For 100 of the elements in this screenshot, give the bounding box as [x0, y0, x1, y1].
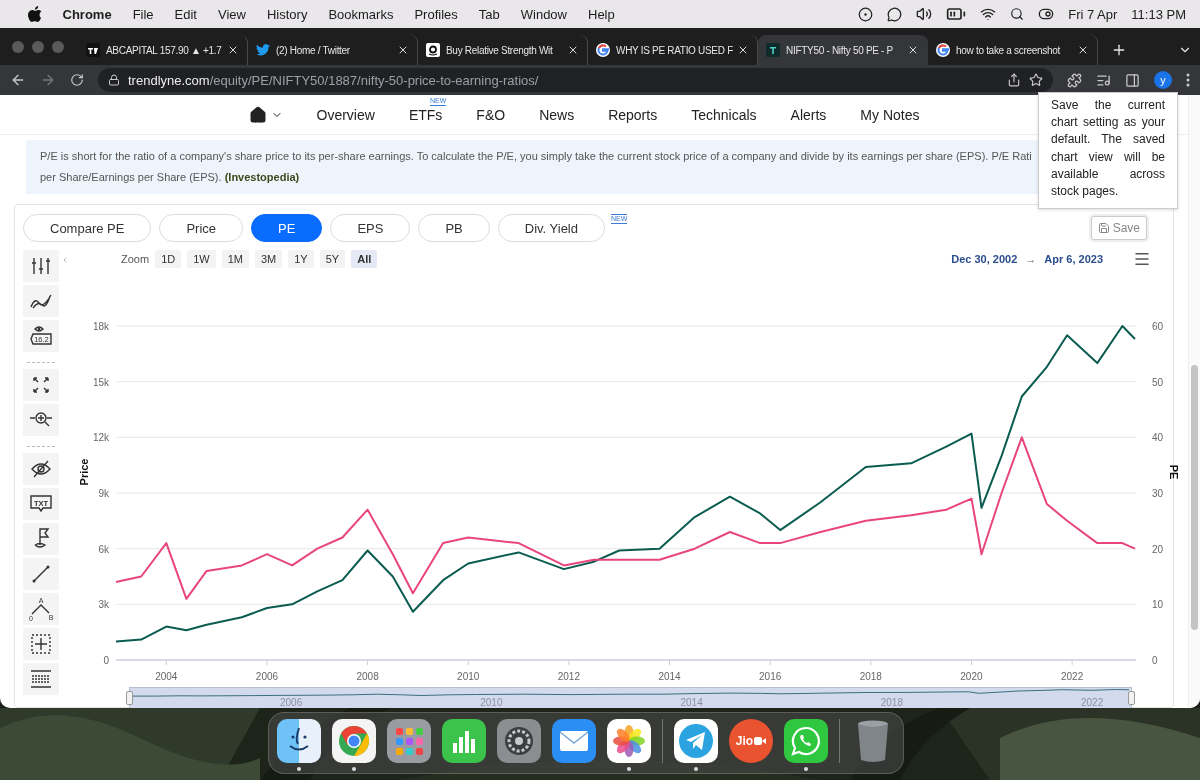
close-icon[interactable]: [1077, 44, 1089, 56]
multicolor-circle-icon: [936, 43, 950, 57]
home-menu[interactable]: [248, 105, 283, 124]
chart-tab[interactable]: Compare PE: [23, 214, 152, 242]
chart-tab[interactable]: PE: [251, 214, 323, 242]
square-logo-icon: [86, 43, 100, 57]
zoom-button[interactable]: 1M: [221, 250, 249, 268]
crosshair-icon: [30, 633, 52, 655]
axis-label: 15k: [92, 376, 109, 388]
chart-tool-button[interactable]: [23, 663, 59, 695]
zoom-button[interactable]: 1Y: [288, 250, 314, 268]
star-icon[interactable]: [1029, 73, 1043, 87]
close-icon[interactable]: [737, 44, 749, 56]
dock-app-button[interactable]: [332, 719, 376, 763]
record-icon[interactable]: [858, 6, 874, 22]
menu-icon[interactable]: [1133, 250, 1151, 268]
chart-tool-button[interactable]: [23, 285, 59, 317]
axis-label: 18k: [92, 321, 109, 332]
zoom-button[interactable]: 1W: [187, 250, 216, 268]
chart-tool-button[interactable]: [23, 369, 59, 401]
nav-link[interactable]: Overview: [316, 106, 375, 123]
menu-item[interactable]: Window: [510, 6, 578, 22]
video-camera-icon: [754, 736, 767, 746]
menu-item[interactable]: Profiles: [403, 6, 469, 22]
menubar-time[interactable]: 11:13 PM: [1131, 6, 1186, 22]
nav-link[interactable]: My Notes: [860, 106, 920, 123]
dock-app-button[interactable]: [442, 719, 486, 763]
nav-link[interactable]: Technicals: [691, 106, 757, 123]
range-start[interactable]: Dec 30, 2002: [951, 253, 1018, 265]
nav-link[interactable]: F&O: [476, 106, 506, 123]
zoom-button[interactable]: 3M: [254, 250, 283, 268]
close-icon[interactable]: [567, 44, 579, 56]
nav-link[interactable]: Alerts: [790, 106, 827, 123]
save-button[interactable]: Save: [1090, 216, 1147, 240]
axis-label: 2022: [1060, 671, 1084, 682]
media-icon[interactable]: [1096, 72, 1111, 88]
dock-app-button[interactable]: [277, 719, 321, 763]
dock-app-button[interactable]: [607, 719, 651, 763]
chart-tool-button[interactable]: [23, 404, 59, 436]
profile-avatar[interactable]: y: [1154, 71, 1172, 89]
chart-tool-button[interactable]: [23, 523, 59, 555]
chart-tab[interactable]: EPS: [330, 214, 411, 242]
navigator-handle[interactable]: [1128, 691, 1135, 705]
dock-app-button[interactable]: [674, 719, 718, 763]
axis-label: 30: [1152, 488, 1164, 499]
dock-app-button[interactable]: [552, 719, 596, 763]
reload-icon[interactable]: [70, 73, 84, 87]
navigator-handle[interactable]: [126, 691, 133, 705]
phone-bubble-icon: [790, 725, 822, 757]
chart-tool-button[interactable]: [23, 453, 59, 485]
wifi-icon[interactable]: [980, 6, 997, 22]
dock-app-button[interactable]: [497, 719, 541, 763]
extensions-icon[interactable]: [1067, 72, 1082, 88]
menubar-date[interactable]: Fri 7 Apr: [1068, 6, 1118, 22]
zoom-button[interactable]: 1D: [155, 250, 182, 268]
volume-icon[interactable]: [916, 6, 933, 22]
axis-label: 0: [1152, 655, 1158, 666]
axis-label: 50: [1152, 376, 1164, 388]
menu-item[interactable]: Tab: [468, 6, 511, 22]
search-icon[interactable]: [1010, 7, 1025, 21]
close-icon[interactable]: [907, 44, 919, 56]
menu-item[interactable]: View: [207, 6, 257, 22]
menu-item[interactable]: Chrome: [52, 6, 123, 22]
zoom-button[interactable]: All: [351, 250, 378, 268]
menu-item[interactable]: Bookmarks: [317, 6, 404, 22]
axis-label: 10: [1152, 599, 1164, 611]
scrollbar-thumb[interactable]: [1191, 365, 1198, 630]
dock-app-button[interactable]: [784, 719, 828, 763]
chart-tab[interactable]: Div. Yield: [497, 214, 605, 242]
share-icon[interactable]: [1007, 73, 1021, 87]
chart-tool-button[interactable]: [23, 628, 59, 660]
browser-tab[interactable]: NIFTY50 - Nifty 50 PE - P: [758, 35, 928, 65]
nav-link[interactable]: Reports: [608, 106, 658, 123]
chart-tab[interactable]: Price: [159, 214, 244, 242]
address-bar[interactable]: trendlyne.com/equity/PE/NIFTY50/1887/nifty-50-price-to-earning-ratios/: [98, 68, 1053, 92]
zoom-label: Zoom: [121, 253, 150, 265]
menu-item[interactable]: File: [122, 6, 165, 22]
close-icon[interactable]: [397, 44, 409, 56]
axis-label: 2012: [557, 671, 580, 682]
nav-link[interactable]: ETFs: [408, 106, 443, 123]
forward-icon[interactable]: [40, 72, 56, 88]
chart-tab[interactable]: PB: [418, 214, 490, 242]
toggle-icon[interactable]: [1038, 6, 1055, 22]
axis-label: 2006: [255, 671, 279, 682]
chart-tool-button[interactable]: [23, 250, 59, 282]
range-end[interactable]: Apr 6, 2023: [1044, 253, 1103, 265]
menu-item[interactable]: Help: [577, 6, 626, 22]
side-panel-icon[interactable]: [1125, 72, 1140, 88]
more-icon[interactable]: [1186, 73, 1190, 87]
chat-icon[interactable]: [887, 6, 903, 22]
zoom-button[interactable]: 5Y: [319, 250, 346, 268]
axis-label: 60: [1152, 321, 1164, 332]
apple-icon[interactable]: [28, 6, 42, 22]
back-icon[interactable]: [10, 72, 26, 88]
menu-item[interactable]: Edit: [164, 6, 208, 22]
nav-link[interactable]: News: [539, 106, 575, 123]
axis-label: 6k: [98, 543, 109, 555]
menu-item[interactable]: History: [256, 6, 318, 22]
close-icon[interactable]: [227, 44, 239, 56]
dock-app-button[interactable]: [387, 719, 431, 763]
